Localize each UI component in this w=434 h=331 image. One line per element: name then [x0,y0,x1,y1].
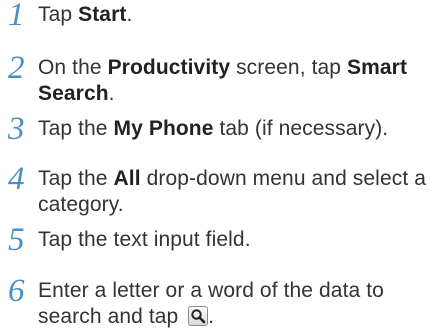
step-text-part: Tap the [38,167,114,190]
step-text-part: On the [38,56,108,79]
step-item: 5 Tap the text input field. [8,222,428,258]
step-keyword: Start [78,3,127,26]
step-item: 2 On the Productivity screen, tap Smart S… [8,50,428,107]
step-text-part: . [126,3,133,26]
step-number: 6 [8,273,25,309]
step-item: 3 Tap the My Phone tab (if necessary). [8,111,428,147]
step-keyword: My Phone [113,117,214,140]
step-text-part: Tap [38,3,79,26]
step-text-part: screen, tap [230,56,348,79]
step-text-part: Tap the text input field. [38,228,251,251]
step-text: Tap the text input field. [38,225,428,253]
step-text: On the Productivity screen, tap Smart Se… [38,53,428,107]
step-number: 1 [8,0,25,33]
step-keyword: Productivity [107,56,231,79]
step-text-part: . [208,305,215,328]
step-number: 2 [8,50,25,86]
step-text: Tap the All drop-down menu and select a … [38,164,428,218]
search-icon [188,306,209,326]
step-text: Tap Start. [38,0,428,28]
step-keyword: All [113,167,141,190]
step-number: 5 [8,222,25,258]
step-text-part: Tap the [38,117,114,140]
step-item: 6 Enter a letter or a word of the data to… [8,273,428,330]
step-text-part: . [108,82,115,105]
step-text: Tap the My Phone tab (if necessary). [38,114,428,142]
step-text-part: tab (if necessary). [213,117,389,140]
step-item: 4 Tap the All drop-down menu and select a… [8,161,428,218]
step-number: 3 [8,111,25,147]
step-number: 4 [8,161,25,197]
step-item: 1 Tap Start. [8,0,428,33]
step-text: Enter a letter or a word of the data to … [38,276,428,330]
